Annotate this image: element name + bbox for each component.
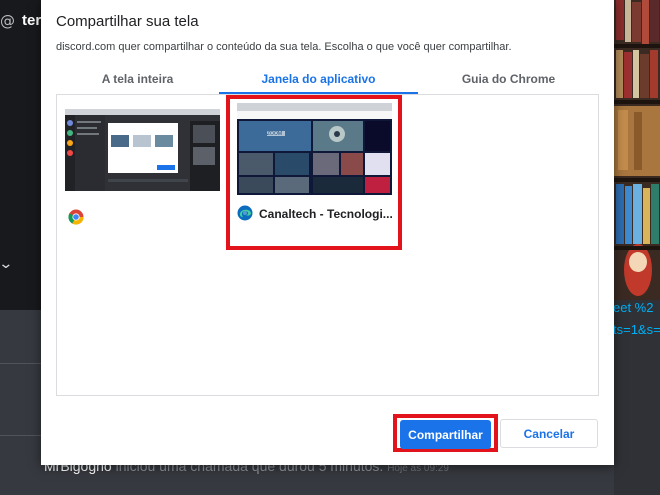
dialog-title: Compartilhar sua tela	[56, 13, 199, 30]
share-button[interactable]: Compartilhar	[400, 420, 491, 449]
chevron-down-icon[interactable]: ⌄	[0, 256, 13, 272]
bookshelf-image	[614, 0, 660, 310]
window-option-discord[interactable]	[65, 109, 220, 229]
channel-name-fragment: ter	[22, 12, 42, 29]
at-icon: @	[0, 12, 15, 30]
window-option-canaltech[interactable]: ZOOM Canaltech - Tecnologi...	[237, 103, 393, 233]
divider	[0, 363, 41, 364]
dialog-description: discord.com quer compartilhar o conteúdo…	[56, 41, 512, 53]
tab-chrome-tab[interactable]: Guia do Chrome	[418, 72, 599, 94]
chrome-icon	[68, 209, 84, 225]
edge-icon	[237, 205, 253, 221]
webcam-video-tile	[614, 0, 660, 310]
cancel-button[interactable]: Cancelar	[500, 419, 598, 448]
window-thumbnail	[65, 109, 220, 191]
link-fragment[interactable]: eet %2	[613, 300, 653, 315]
thumbnail-text: ZOOM	[267, 131, 282, 137]
tab-entire-screen[interactable]: A tela inteira	[56, 72, 219, 94]
window-list-panel: ZOOM Canaltech - Tecnologi...	[56, 94, 599, 396]
share-screen-dialog: Compartilhar sua tela discord.com quer c…	[41, 0, 614, 465]
divider	[0, 435, 41, 436]
window-thumbnail: ZOOM	[237, 103, 392, 195]
link-fragment[interactable]: ts=1&s=	[613, 322, 660, 337]
window-label: Canaltech - Tecnologi...	[259, 207, 393, 221]
tab-application-window[interactable]: Janela do aplicativo	[219, 72, 418, 94]
